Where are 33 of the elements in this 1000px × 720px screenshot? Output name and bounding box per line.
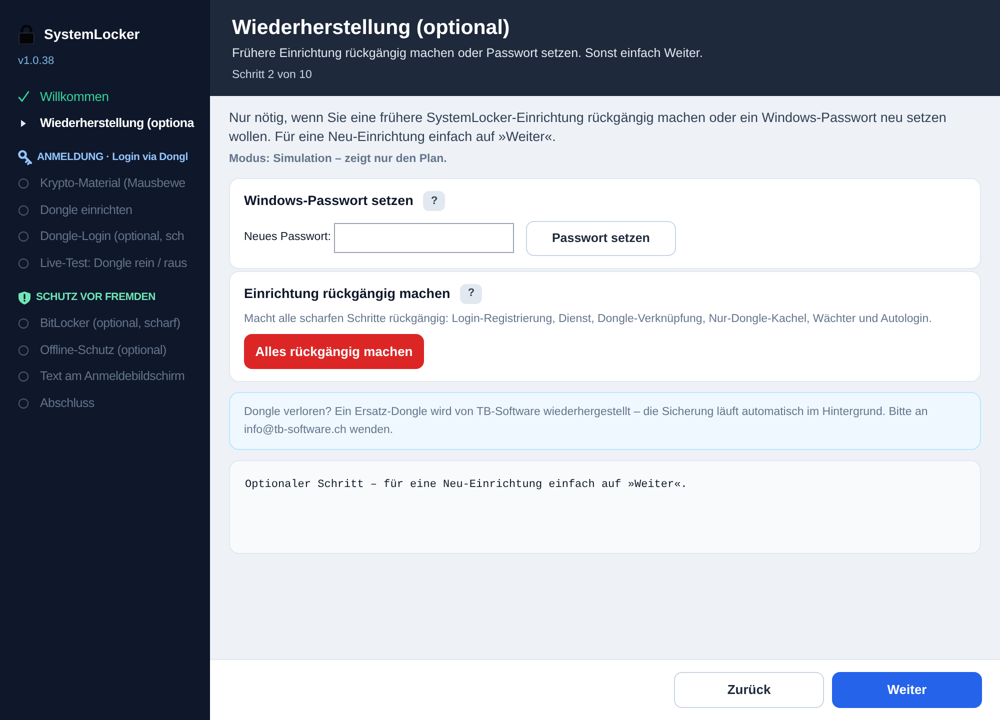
sidebar-step[interactable]: Krypto-Material (Mausbewe — [40, 174, 186, 194]
field-label: Neues Passwort: — [244, 230, 331, 246]
section-heading: SCHUTZ VOR FREMDEN — [36, 290, 156, 305]
mode-note: Modus: Simulation – zeigt nur den Plan. — [229, 152, 447, 167]
sidebar-step[interactable]: Wiederherstellung (optiona — [40, 114, 194, 133]
sidebar-step[interactable]: Dongle einrichten — [40, 200, 132, 220]
undo-button[interactable]: Alles rückgängig machen — [244, 334, 424, 369]
card-title: Einrichtung rückgängig machen — [244, 284, 450, 303]
intro-text: Nur nötig, wenn Sie eine frühere SystemLocker-Einrichtung rückgängig machen oder ein Windows-Passwort neu setzen wollen. Für eine Neu-Einrichtung einfach auf »Weiter«. — [229, 109, 948, 146]
section-heading: ANMELDUNG · Login via Dongl — [37, 150, 188, 165]
version-label: v1.0.38 — [18, 54, 54, 69]
lock-icon — [18, 25, 35, 44]
sidebar-step[interactable]: Willkommen — [40, 87, 109, 106]
sidebar-step[interactable]: Dongle-Login (optional, sch — [40, 227, 184, 246]
page-title: Wiederherstellung (optional) — [232, 15, 510, 41]
card-description: Macht alle scharfen Schritte rückgängig: Login-Registrierung, Dienst, Dongle-Verknüpfung, Nur-Dongle-Kachel, Wächter und Autologin. — [244, 312, 933, 327]
step-counter: Schritt 2 von 10 — [232, 68, 312, 83]
set-password-button[interactable]: Passwort setzen — [526, 220, 676, 256]
password-field[interactable] — [334, 223, 514, 253]
help-button[interactable]: ? — [423, 191, 446, 212]
sidebar-step[interactable]: BitLocker (optional, scharf) — [40, 314, 180, 334]
card-title: Windows-Passwort setzen — [244, 192, 414, 210]
log-text: Optionaler Schritt – für eine Neu-Einrichtung einfach auf »Weiter«. — [245, 478, 688, 493]
sidebar-step[interactable]: Abschluss — [40, 394, 94, 413]
sidebar-step[interactable]: Live-Test: Dongle rein / raus — [40, 254, 187, 273]
info-box: Dongle verloren? Ein Ersatz-Dongle wird von TB-Software wiederhergestellt – die Sicherung läuft automatisch im Hintergrund. Bitte an info@tb-software.ch wenden. — [229, 392, 981, 450]
next-button[interactable]: Weiter — [832, 672, 982, 708]
sidebar-step[interactable]: Offline-Schutz (optional) — [40, 340, 166, 360]
help-button[interactable]: ? — [460, 284, 482, 304]
page-subtitle: Frühere Einrichtung rückgängig machen oder Passwort setzen. Sonst einfach Weiter. — [232, 45, 703, 62]
sidebar-step[interactable]: Text am Anmeldebildschirm — [40, 367, 185, 386]
back-button[interactable]: Zurück — [674, 672, 824, 708]
app-name: SystemLocker — [44, 25, 140, 44]
